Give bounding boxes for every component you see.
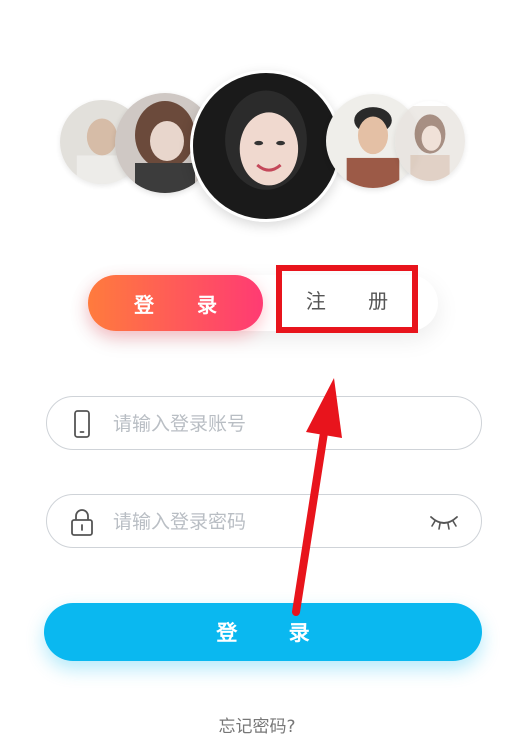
eye-closed-icon[interactable] <box>429 511 459 531</box>
avatar <box>395 101 465 181</box>
password-field[interactable] <box>46 494 482 548</box>
login-button[interactable]: 登 录 <box>44 603 482 661</box>
account-input[interactable] <box>111 405 435 443</box>
lock-icon <box>71 509 93 536</box>
password-input[interactable] <box>111 503 435 541</box>
forgot-password-link[interactable]: 忘记密码? <box>0 712 514 737</box>
avatar-featured <box>190 70 342 222</box>
avatar-carousel <box>0 0 514 230</box>
tab-register[interactable]: 注 册 <box>276 265 418 333</box>
account-field[interactable] <box>46 396 482 450</box>
phone-icon <box>74 410 90 438</box>
tab-login[interactable]: 登 录 <box>88 275 263 331</box>
